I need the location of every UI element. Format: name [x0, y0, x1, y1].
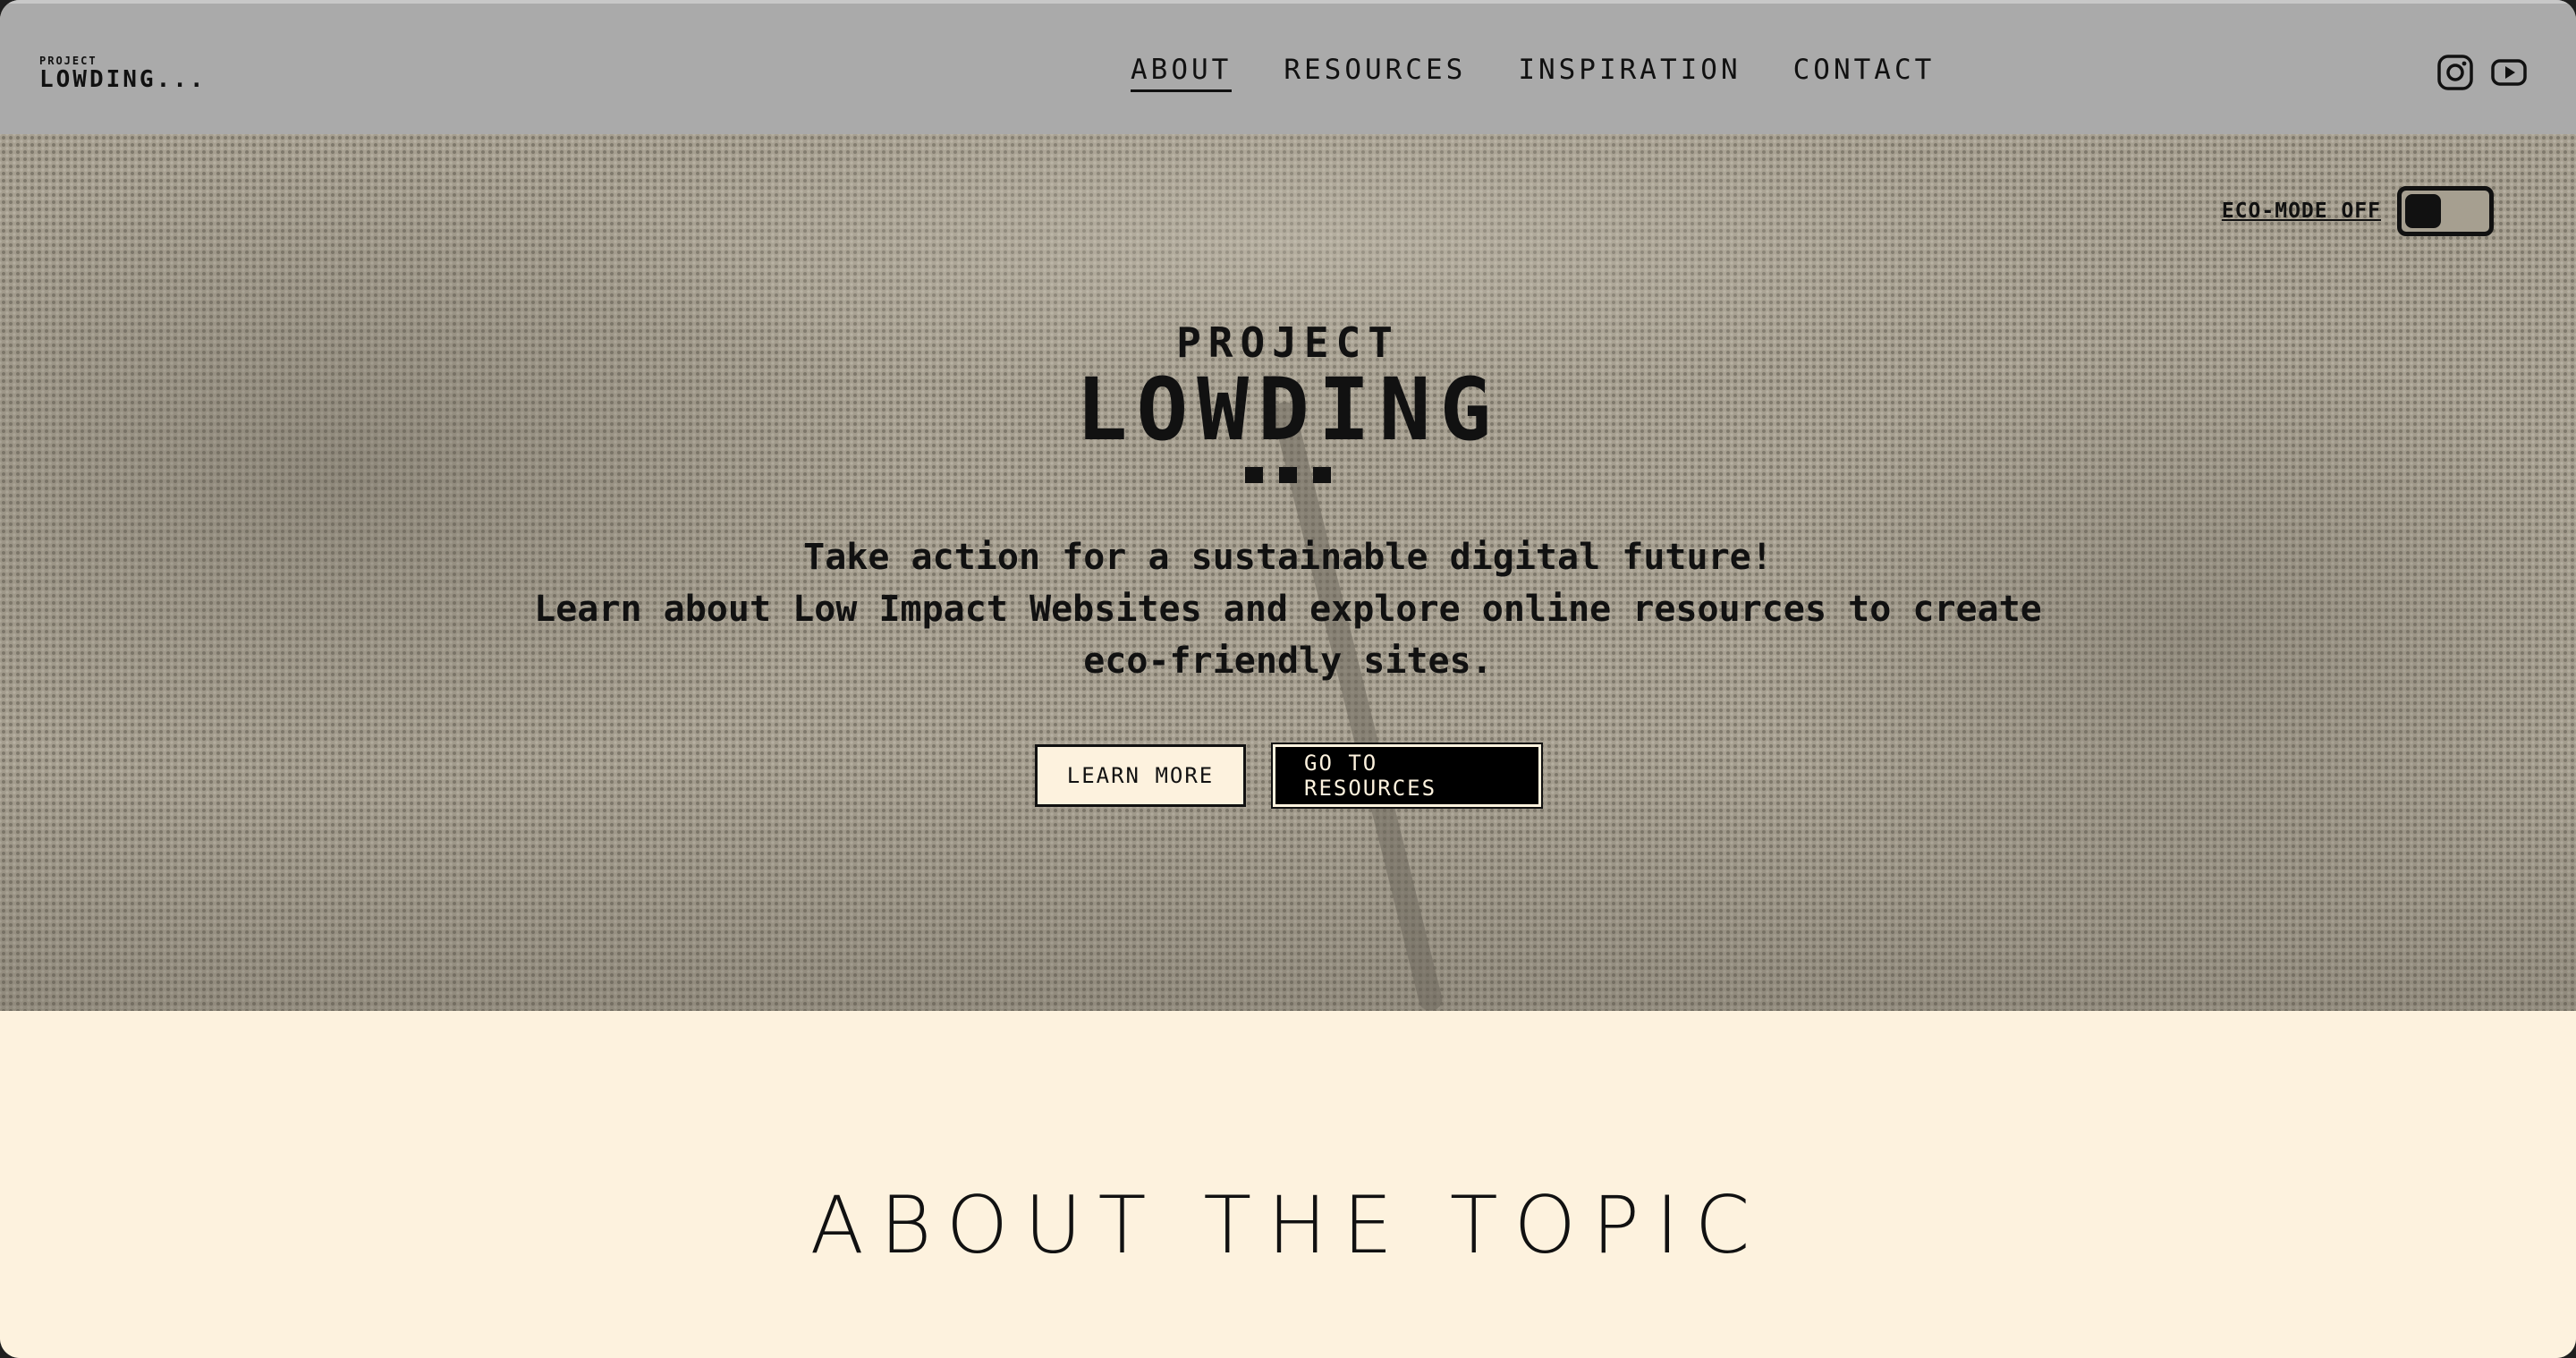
- site-logo[interactable]: PROJECT LOWDING...: [39, 55, 207, 91]
- about-title: ABOUT THE TOPIC: [809, 1179, 1767, 1271]
- hero-description-line-2: eco-friendly sites.: [1083, 641, 1493, 682]
- hero-section: ECO-MODE OFF PROJECT LOWDING Take action…: [0, 134, 2576, 1011]
- logo-big-text: LOWDING...: [39, 66, 207, 93]
- nav-resources[interactable]: RESOURCES: [1284, 54, 1466, 92]
- eco-mode-toggle[interactable]: ECO-MODE OFF: [2222, 186, 2494, 236]
- nav-inspiration[interactable]: INSPIRATION: [1518, 54, 1741, 92]
- loading-dots-icon: [1245, 467, 1331, 483]
- hero-description: Take action for a sustainable digital fu…: [447, 531, 2129, 687]
- nav-contact[interactable]: CONTACT: [1793, 54, 1936, 92]
- site-header: PROJECT LOWDING... ABOUT RESOURCES INSPI…: [0, 0, 2576, 134]
- logo-small-text: PROJECT: [39, 55, 97, 67]
- main-nav: ABOUT RESOURCES INSPIRATION CONTACT: [1131, 54, 1935, 92]
- instagram-icon[interactable]: [2436, 54, 2474, 91]
- hero-tagline: Take action for a sustainable digital fu…: [803, 537, 1773, 578]
- browser-viewport: PROJECT LOWDING... ABOUT RESOURCES INSPI…: [0, 0, 2576, 1358]
- hero-title-big: LOWDING: [1075, 360, 1501, 460]
- social-links: [2436, 54, 2528, 91]
- about-section: ABOUT THE TOPIC: [0, 1011, 2576, 1358]
- hero-title-small: PROJECT: [1176, 318, 1400, 367]
- hero-description-line-1: Learn about Low Impact Websites and expl…: [534, 589, 2042, 630]
- go-to-resources-button[interactable]: GO TO RESOURCES: [1271, 743, 1543, 809]
- eco-mode-label[interactable]: ECO-MODE OFF: [2222, 199, 2381, 223]
- learn-more-button[interactable]: LEARN MORE: [1035, 744, 1246, 807]
- youtube-icon[interactable]: [2490, 54, 2528, 91]
- hero-buttons: LEARN MORE GO TO RESOURCES: [0, 743, 2576, 809]
- hero-title: PROJECT LOWDING: [0, 322, 2576, 483]
- eco-mode-switch[interactable]: [2397, 186, 2494, 236]
- eco-mode-switch-knob: [2405, 194, 2441, 228]
- nav-about[interactable]: ABOUT: [1131, 54, 1233, 92]
